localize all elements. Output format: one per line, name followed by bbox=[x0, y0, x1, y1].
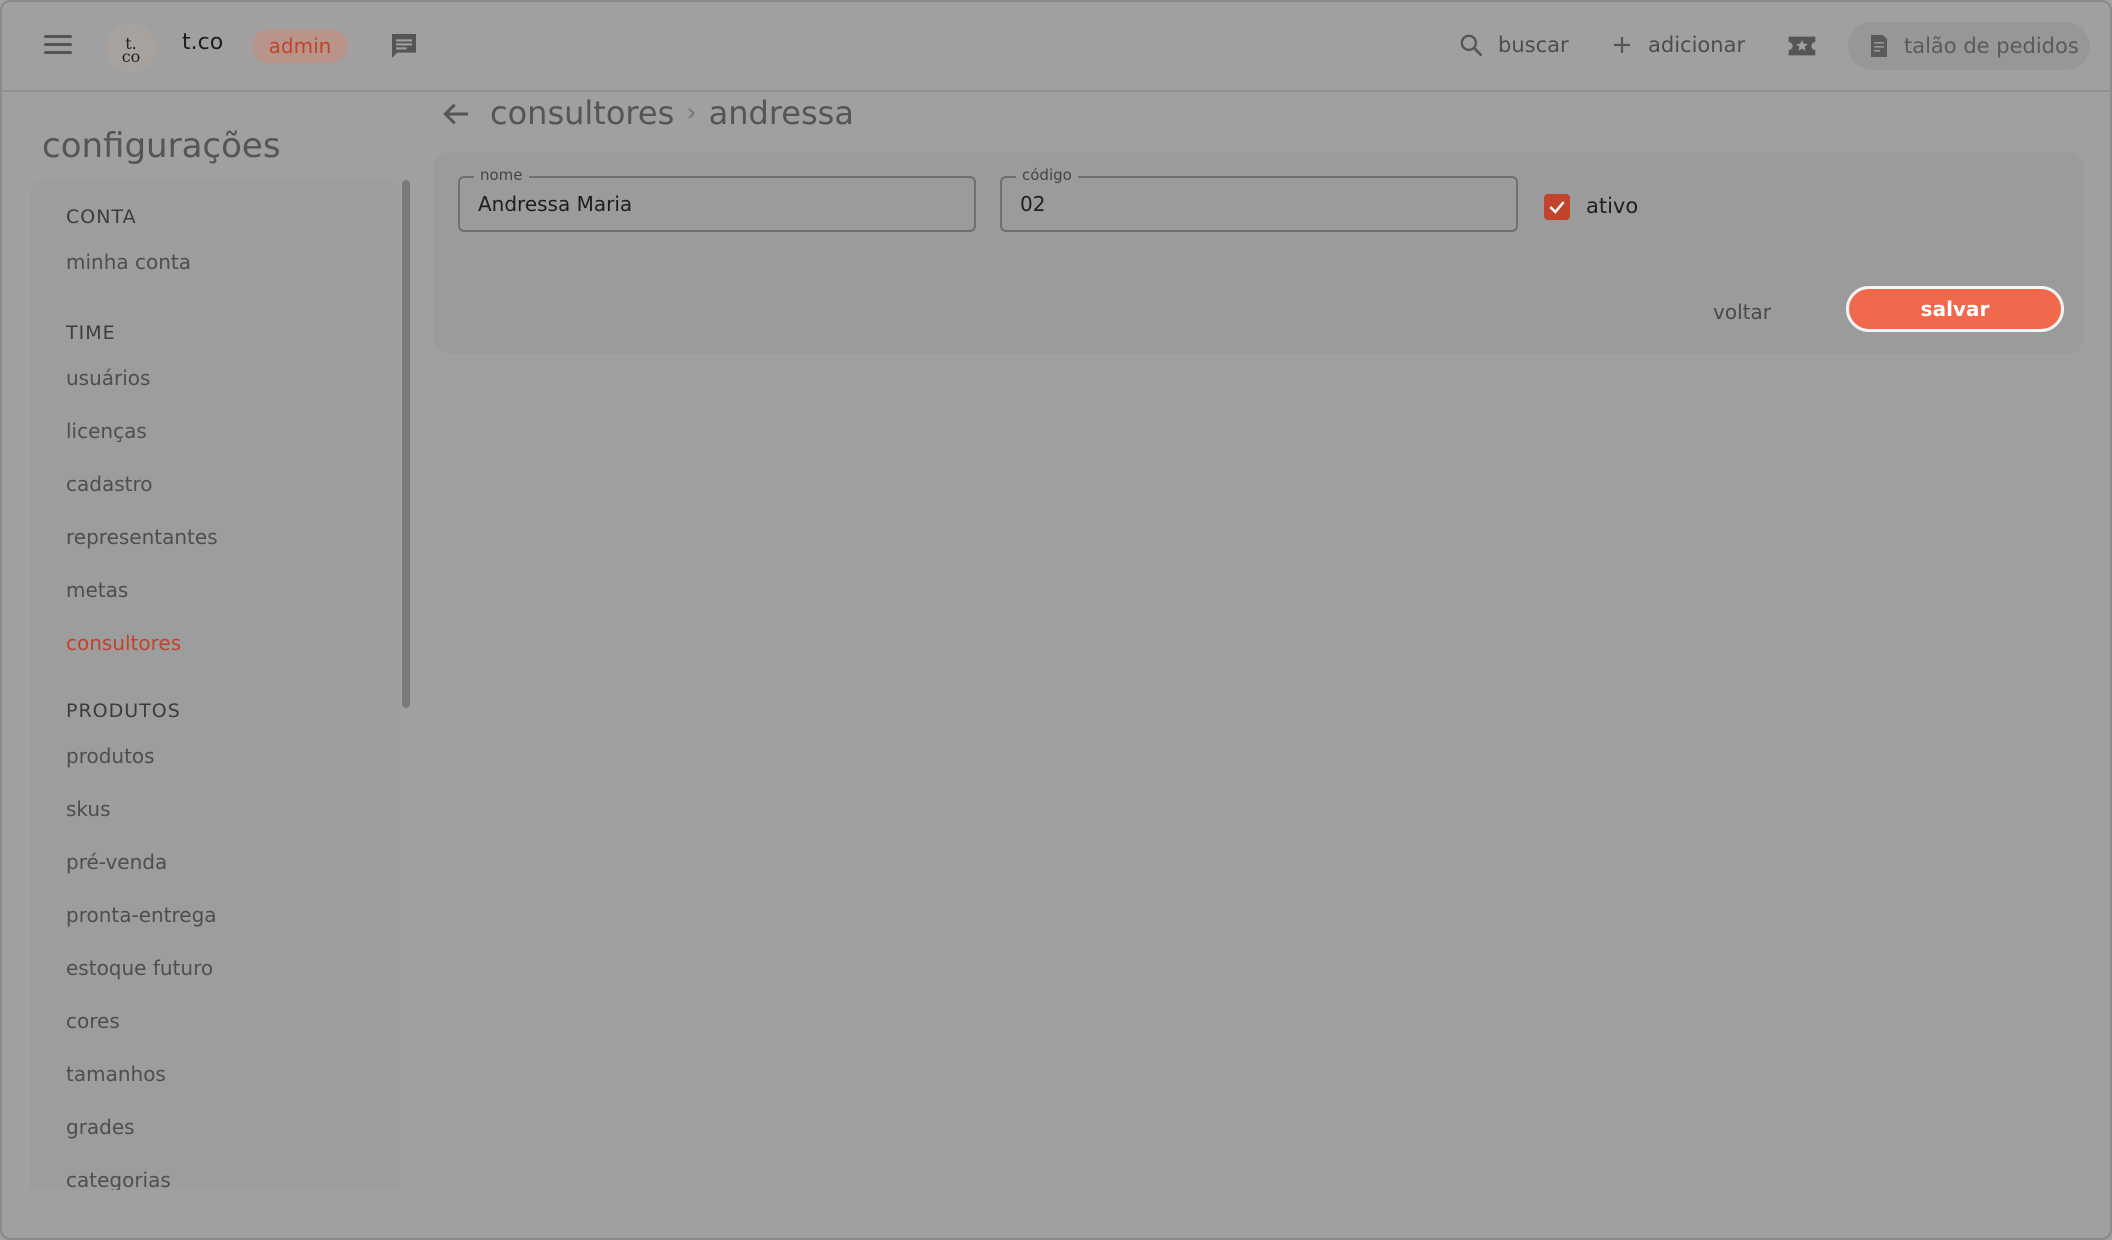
sidebar-item-produtos[interactable]: produtos bbox=[66, 744, 155, 768]
talao-label: talão de pedidos bbox=[1904, 34, 2079, 58]
nome-input[interactable] bbox=[478, 192, 941, 216]
back-arrow-icon[interactable] bbox=[440, 98, 472, 130]
breadcrumb-parent[interactable]: consultores bbox=[490, 94, 674, 132]
settings-sidebar: CONTA minha conta TIME usuários licenças… bbox=[30, 180, 400, 1190]
add-label: adicionar bbox=[1648, 33, 1746, 57]
sidebar-item-pronta-entrega[interactable]: pronta-entrega bbox=[66, 903, 217, 927]
nome-field-label: nome bbox=[474, 166, 529, 184]
role-badge: admin bbox=[252, 29, 348, 63]
search-icon bbox=[1460, 34, 1483, 57]
plus-icon bbox=[1614, 37, 1630, 53]
breadcrumb-separator: › bbox=[686, 98, 697, 128]
consultor-form-card: nome código ativo voltar salvar bbox=[434, 152, 2084, 354]
sidebar-item-grades[interactable]: grades bbox=[66, 1115, 135, 1139]
sidebar-item-tamanhos[interactable]: tamanhos bbox=[66, 1062, 166, 1086]
add-button[interactable]: adicionar bbox=[1610, 28, 1745, 62]
top-bar: t. co t.co admin buscar adicionar talão … bbox=[2, 2, 2110, 92]
codigo-input[interactable] bbox=[1020, 192, 1483, 216]
sidebar-item-estoque-futuro[interactable]: estoque futuro bbox=[66, 956, 213, 980]
logo-text-bottom: co bbox=[121, 47, 141, 66]
codigo-field: código bbox=[1000, 166, 1518, 232]
section-header-time: TIME bbox=[66, 322, 116, 344]
ativo-checkbox[interactable] bbox=[1544, 194, 1570, 220]
hamburger-menu-icon[interactable] bbox=[44, 30, 76, 60]
sidebar-item-minha-conta[interactable]: minha conta bbox=[66, 250, 191, 274]
sidebar-scrollbar[interactable] bbox=[402, 180, 410, 708]
brand-name: t.co bbox=[182, 30, 224, 55]
chat-icon[interactable] bbox=[388, 30, 420, 62]
sidebar-item-licencas[interactable]: licenças bbox=[66, 419, 147, 443]
search-button[interactable]: buscar bbox=[1458, 28, 1569, 62]
breadcrumb: consultores › andressa bbox=[490, 94, 854, 132]
sidebar-item-metas[interactable]: metas bbox=[66, 578, 128, 602]
checkmark-icon bbox=[1549, 201, 1565, 214]
app-window: t. co t.co admin buscar adicionar talão … bbox=[0, 0, 2112, 1240]
codigo-field-label: código bbox=[1016, 166, 1078, 184]
breadcrumb-current: andressa bbox=[708, 94, 854, 132]
ativo-label: ativo bbox=[1586, 194, 1639, 218]
sidebar-item-consultores[interactable]: consultores bbox=[66, 631, 181, 655]
sidebar-item-pre-venda[interactable]: pré-venda bbox=[66, 850, 167, 874]
section-header-conta: CONTA bbox=[66, 206, 137, 228]
talao-de-pedidos-button[interactable]: talão de pedidos bbox=[1848, 22, 2090, 70]
document-icon bbox=[1871, 35, 1887, 57]
voltar-button[interactable]: voltar bbox=[1684, 292, 1800, 332]
sidebar-item-usuarios[interactable]: usuários bbox=[66, 366, 150, 390]
ticket-star-icon[interactable] bbox=[1786, 30, 1818, 62]
brand-logo[interactable]: t. co bbox=[106, 23, 156, 73]
salvar-button[interactable]: salvar bbox=[1846, 286, 2064, 332]
sidebar-item-cores[interactable]: cores bbox=[66, 1009, 120, 1033]
sidebar-item-categorias[interactable]: categorias bbox=[66, 1168, 171, 1190]
nome-field: nome bbox=[458, 166, 976, 232]
settings-title: configurações bbox=[42, 126, 281, 166]
sidebar-item-cadastro[interactable]: cadastro bbox=[66, 472, 152, 496]
section-header-produtos: PRODUTOS bbox=[66, 700, 181, 722]
search-label: buscar bbox=[1498, 33, 1569, 57]
sidebar-item-representantes[interactable]: representantes bbox=[66, 525, 218, 549]
sidebar-item-skus[interactable]: skus bbox=[66, 797, 110, 821]
